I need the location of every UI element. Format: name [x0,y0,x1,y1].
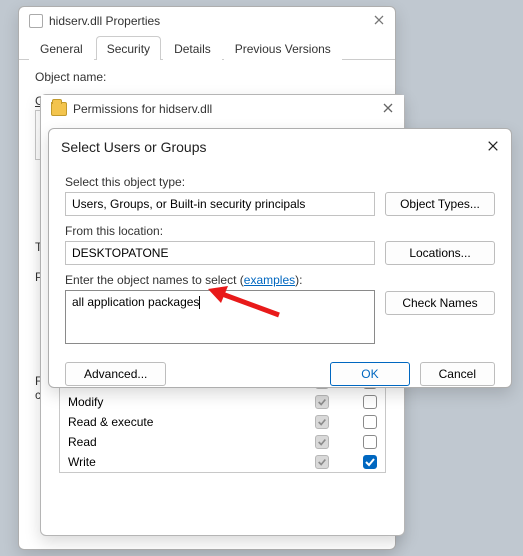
perm-name: Read & execute [68,415,281,429]
tabs: General Security Details Previous Versio… [19,35,395,60]
cancel-button[interactable]: Cancel [420,362,495,386]
tab-general[interactable]: General [29,36,94,60]
perm-name: Read [68,435,281,449]
deny-checkbox[interactable] [363,415,377,429]
allow-checkbox[interactable] [315,435,329,449]
allow-checkbox[interactable] [315,415,329,429]
close-icon[interactable] [373,13,385,29]
tab-security[interactable]: Security [96,36,161,60]
perm-name: Write [68,455,281,469]
window-title: hidserv.dll Properties [49,14,160,28]
location-value: DESKTOPATONE [72,246,168,260]
text-caret [199,296,200,309]
table-row: Write [60,452,385,472]
location-label: From this location: [65,224,375,238]
tab-previous-versions[interactable]: Previous Versions [224,36,342,60]
enter-post: ): [295,273,302,287]
close-icon[interactable] [382,101,394,117]
ok-button[interactable]: OK [330,362,409,386]
titlebar: Permissions for hidserv.dll [41,95,404,123]
object-names-input[interactable]: all application packages [65,290,375,344]
table-row: Read [60,432,385,452]
titlebar: hidserv.dll Properties [19,7,395,35]
window-title: Select Users or Groups [61,139,207,155]
close-icon[interactable] [487,139,499,155]
examples-link[interactable]: examples [244,273,295,287]
deny-checkbox[interactable] [363,435,377,449]
check-names-button[interactable]: Check Names [385,291,495,315]
enter-names-label: Enter the object names to select (exampl… [65,273,375,287]
location-field: DESKTOPATONE [65,241,375,265]
table-row: Read & execute [60,412,385,432]
allow-checkbox[interactable] [315,455,329,469]
folder-icon [51,102,67,116]
dialog-footer: Advanced... OK Cancel [49,356,511,398]
object-types-button[interactable]: Object Types... [385,192,495,216]
locations-button[interactable]: Locations... [385,241,495,265]
tab-details[interactable]: Details [163,36,222,60]
window-title: Permissions for hidserv.dll [73,102,212,116]
object-type-field: Users, Groups, or Built-in security prin… [65,192,375,216]
object-type-label: Select this object type: [65,175,375,189]
app-icon [29,14,43,28]
select-users-window: Select Users or Groups Select this objec… [48,128,512,388]
enter-pre: Enter the object names to select ( [65,273,244,287]
titlebar: Select Users or Groups [49,129,511,165]
deny-checkbox[interactable] [363,455,377,469]
object-type-value: Users, Groups, or Built-in security prin… [72,197,305,211]
object-name-label: Object name: [35,70,106,84]
advanced-button[interactable]: Advanced... [65,362,166,386]
entered-value-text: all application packages [72,295,199,309]
